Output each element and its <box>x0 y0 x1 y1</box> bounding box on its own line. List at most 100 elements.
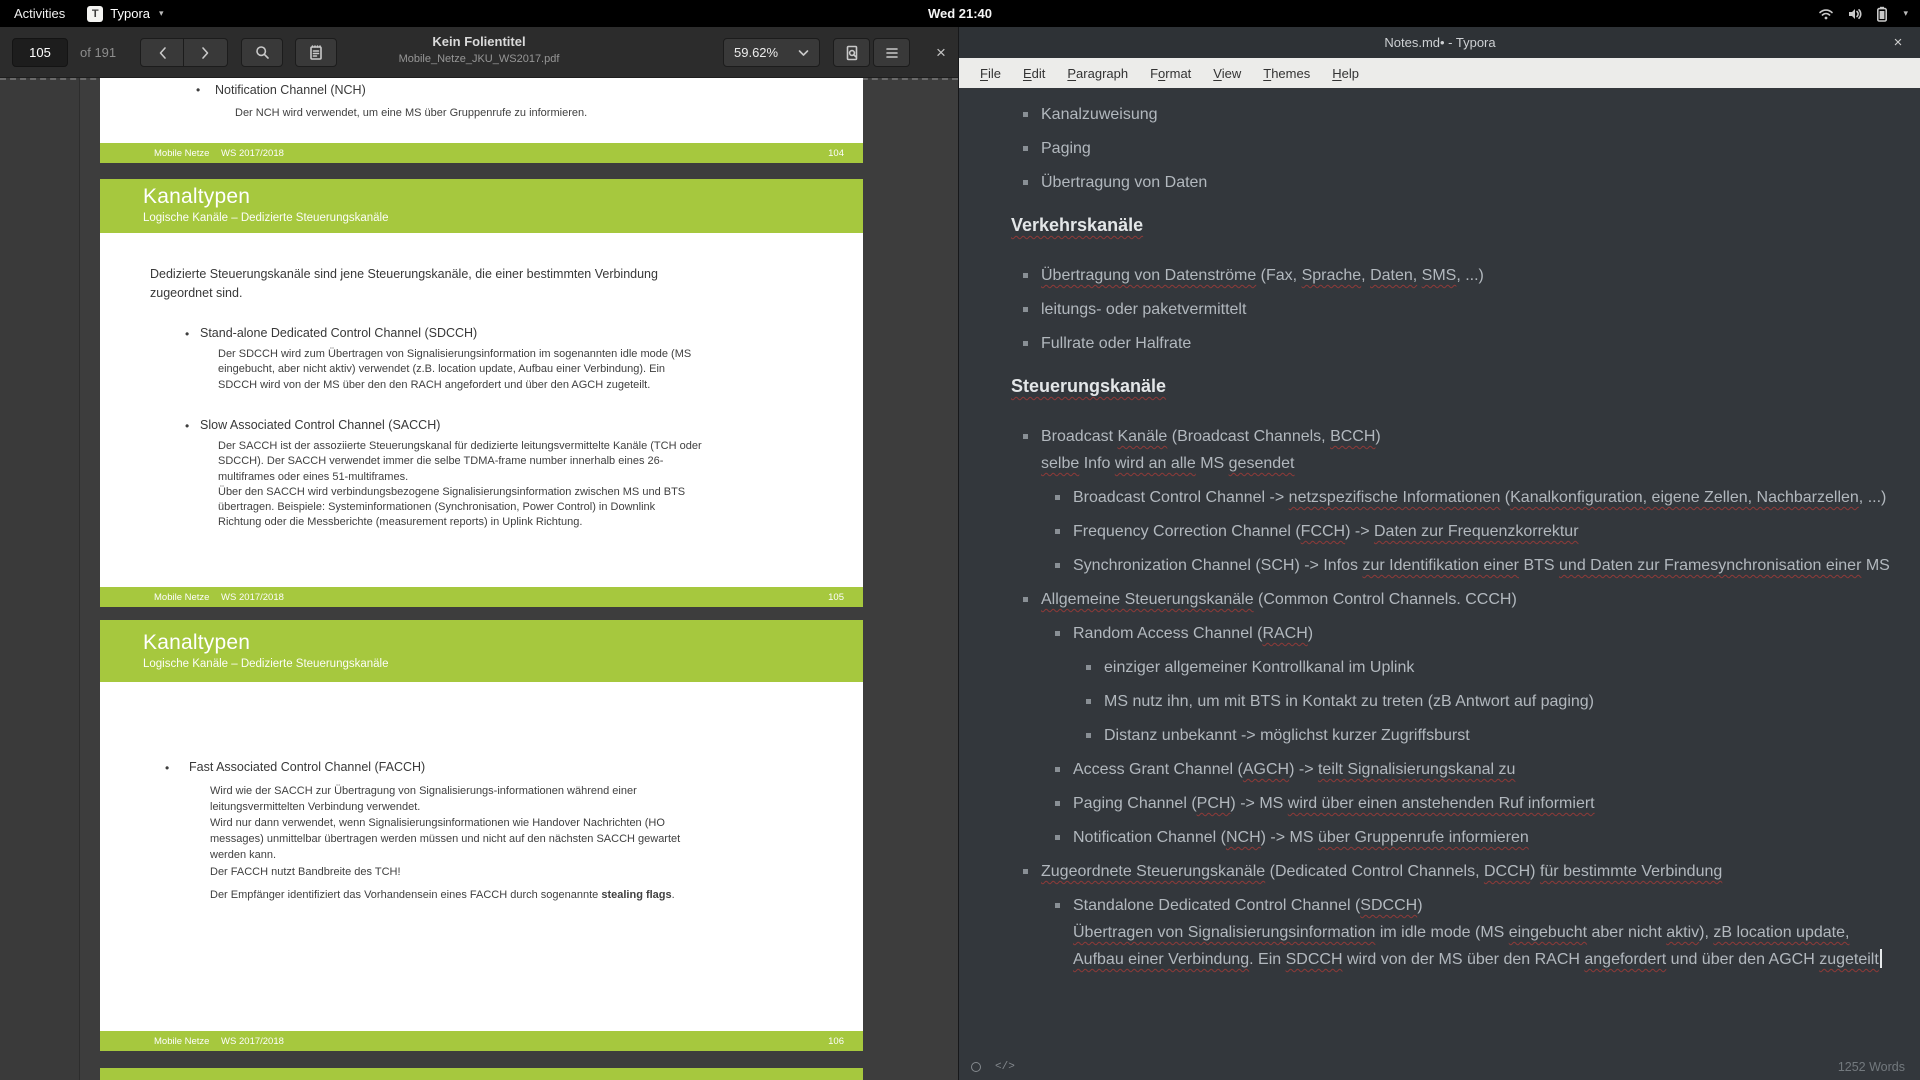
slide-104-fragment: • Notification Channel (NCH) Der NCH wir… <box>100 78 863 163</box>
square-bullet-icon <box>1023 597 1028 602</box>
slide-bullet-heading: Slow Associated Control Channel (SACCH) <box>200 418 440 432</box>
pdf-document-area[interactable]: • Notification Channel (NCH) Der NCH wir… <box>0 78 958 1080</box>
notes-list-item: Broadcast Control Channel -> netzspezifi… <box>959 484 1920 511</box>
app-menu-label: Typora <box>110 6 150 21</box>
typora-status-bar: </> 1252 Words <box>959 1054 1920 1080</box>
square-bullet-icon <box>1023 307 1028 312</box>
notes-list-item: Zugeordnete Steuerungskanäle (Dedicated … <box>959 858 1920 885</box>
notes-list-item: Synchronization Channel (SCH) -> Infos z… <box>959 552 1920 579</box>
menu-help[interactable]: Help <box>1321 66 1370 81</box>
notes-list-item: Fullrate oder Halfrate <box>959 330 1920 357</box>
square-bullet-icon <box>1023 434 1028 439</box>
slide-header-banner: Kanaltypen Logische Kanäle – Dedizierte … <box>100 620 863 682</box>
notes-list-item: Übertragung von Datenströme (Fax, Sprach… <box>959 262 1920 289</box>
search-icon <box>255 45 270 60</box>
word-count[interactable]: 1252 Words <box>1838 1054 1905 1080</box>
volume-icon <box>1847 7 1863 21</box>
activities-button[interactable]: Activities <box>14 6 65 21</box>
slide-note-text: Der FACCH nutzt Bandbreite des TCH! <box>210 866 401 878</box>
typora-window: Notes.md• - Typora × FileEditParagraphFo… <box>958 27 1920 1080</box>
square-bullet-icon <box>1055 563 1060 568</box>
menu-file[interactable]: File <box>969 66 1012 81</box>
square-bullet-icon <box>1023 112 1028 117</box>
notes-list-item: Random Access Channel (RACH) <box>959 620 1920 647</box>
menu-view[interactable]: View <box>1202 66 1252 81</box>
text-cursor-icon <box>1880 949 1882 968</box>
notes-list-item: Paging <box>959 135 1920 162</box>
typora-close-button[interactable]: × <box>1883 27 1913 58</box>
slide-subtitle: Logische Kanäle – Dedizierte Steuerungsk… <box>143 212 389 224</box>
chevron-right-icon <box>201 46 210 60</box>
pdf-viewer-window: 105 of 191 Kein Folientitel Mobile_Netz <box>0 27 958 1080</box>
slide-footer: Mobile Netze WS 2017/2018 106 <box>100 1031 863 1051</box>
notes-list-item: Broadcast Kanäle (Broadcast Channels, BC… <box>959 423 1920 477</box>
typora-menu-bar: FileEditParagraphFormatViewThemesHelp <box>959 58 1920 88</box>
search-button[interactable] <box>241 38 283 67</box>
square-bullet-icon <box>1055 495 1060 500</box>
slide-body-text: Der NCH wird verwendet, um eine MS über … <box>235 106 587 121</box>
slide-page-number: 104 <box>828 148 844 159</box>
pdf-toolbar: 105 of 191 Kein Folientitel Mobile_Netz <box>0 27 958 78</box>
previous-page-button[interactable] <box>140 38 184 67</box>
slide-subtitle: Logische Kanäle – Dedizierte Steuerungsk… <box>143 658 389 670</box>
slide-bullet-heading: Notification Channel (NCH) <box>215 83 366 97</box>
slide-header-banner: Kanaltypen Logische Kanäle – Dedizierte … <box>100 179 863 233</box>
chevron-down-icon: ▾ <box>159 8 164 19</box>
square-bullet-icon <box>1023 180 1028 185</box>
slide-body-text: Wird wie der SACCH zur Übertragung von S… <box>210 783 680 863</box>
zoom-level-dropdown[interactable]: 59.62% <box>723 38 820 67</box>
notes-heading: Verkehrskanäle <box>1011 212 1920 239</box>
clock[interactable]: Wed 21:40 <box>0 0 1920 27</box>
pdf-close-button[interactable]: × <box>926 38 956 67</box>
slide-106: Kanaltypen Logische Kanäle – Dedizierte … <box>100 620 863 1051</box>
chevron-down-icon <box>798 49 809 57</box>
square-bullet-icon <box>1023 146 1028 151</box>
menu-themes[interactable]: Themes <box>1252 66 1321 81</box>
zoom-level-value: 59.62% <box>734 45 778 60</box>
page-total-label: of 191 <box>80 38 116 67</box>
notes-list-item: Access Grant Channel (AGCH) -> teilt Sig… <box>959 756 1920 783</box>
notes-list-item: MS nutz ihn, um mit BTS in Kontakt zu tr… <box>959 688 1920 715</box>
slide-intro-text: Dedizierte Steuerungskanäle sind jene St… <box>150 265 658 302</box>
slide-footer: Mobile Netze WS 2017/2018 105 <box>100 587 863 607</box>
notes-list-item: Allgemeine Steuerungskanäle (Common Cont… <box>959 586 1920 613</box>
slide-body-text: Der SDCCH wird zum Übertragen von Signal… <box>218 347 691 393</box>
menu-paragraph[interactable]: Paragraph <box>1056 66 1139 81</box>
square-bullet-icon <box>1055 529 1060 534</box>
slide-page-number: 105 <box>828 592 844 603</box>
notes-list-item: Paging Channel (PCH) -> MS wird über ein… <box>959 790 1920 817</box>
square-bullet-icon <box>1055 631 1060 636</box>
slide-107-top-edge <box>100 1068 863 1080</box>
typora-titlebar[interactable]: Notes.md• - Typora × <box>959 27 1920 58</box>
notes-list-item: Standalone Dedicated Control Channel (SD… <box>959 892 1920 973</box>
notes-list-item: Notification Channel (NCH) -> MS über Gr… <box>959 824 1920 851</box>
source-code-mode-icon[interactable]: </> <box>995 1061 1015 1073</box>
close-icon: × <box>1894 34 1903 51</box>
notes-list-item: Frequency Correction Channel (FCCH) -> D… <box>959 518 1920 545</box>
markdown-editor[interactable]: KanalzuweisungPagingÜbertragung von Date… <box>959 88 1920 1054</box>
slide-final-text: Der Empfänger identifiziert das Vorhande… <box>210 889 675 901</box>
menu-edit[interactable]: Edit <box>1012 66 1056 81</box>
app-menu[interactable]: T Typora ▾ <box>87 6 163 22</box>
typora-window-title: Notes.md• - Typora <box>959 27 1920 58</box>
square-bullet-icon <box>1023 341 1028 346</box>
chevron-left-icon <box>158 46 167 60</box>
square-bullet-icon <box>1055 767 1060 772</box>
wifi-icon <box>1818 7 1834 21</box>
battery-icon <box>1876 6 1888 22</box>
square-bullet-icon <box>1086 699 1091 704</box>
system-menu-caret-icon: ▾ <box>1903 8 1908 19</box>
outline-toggle-icon[interactable] <box>971 1062 981 1072</box>
slide-body-text: Der SACCH ist der assoziierte Steuerungs… <box>218 439 702 531</box>
hamburger-menu-button[interactable] <box>873 38 910 67</box>
hamburger-icon <box>885 47 899 59</box>
next-page-button[interactable] <box>184 38 228 67</box>
system-status-area[interactable]: ▾ <box>1818 0 1908 27</box>
page-number-input[interactable]: 105 <box>12 38 68 67</box>
notes-list-item: einziger allgemeiner Kontrollkanal im Up… <box>959 654 1920 681</box>
notes-list-item: leitungs- oder paketvermittelt <box>959 296 1920 323</box>
menu-format[interactable]: Format <box>1139 66 1202 81</box>
slide-bullet-heading: Stand-alone Dedicated Control Channel (S… <box>200 326 477 340</box>
page-view-button[interactable] <box>833 38 870 67</box>
typora-app-icon: T <box>87 6 103 22</box>
